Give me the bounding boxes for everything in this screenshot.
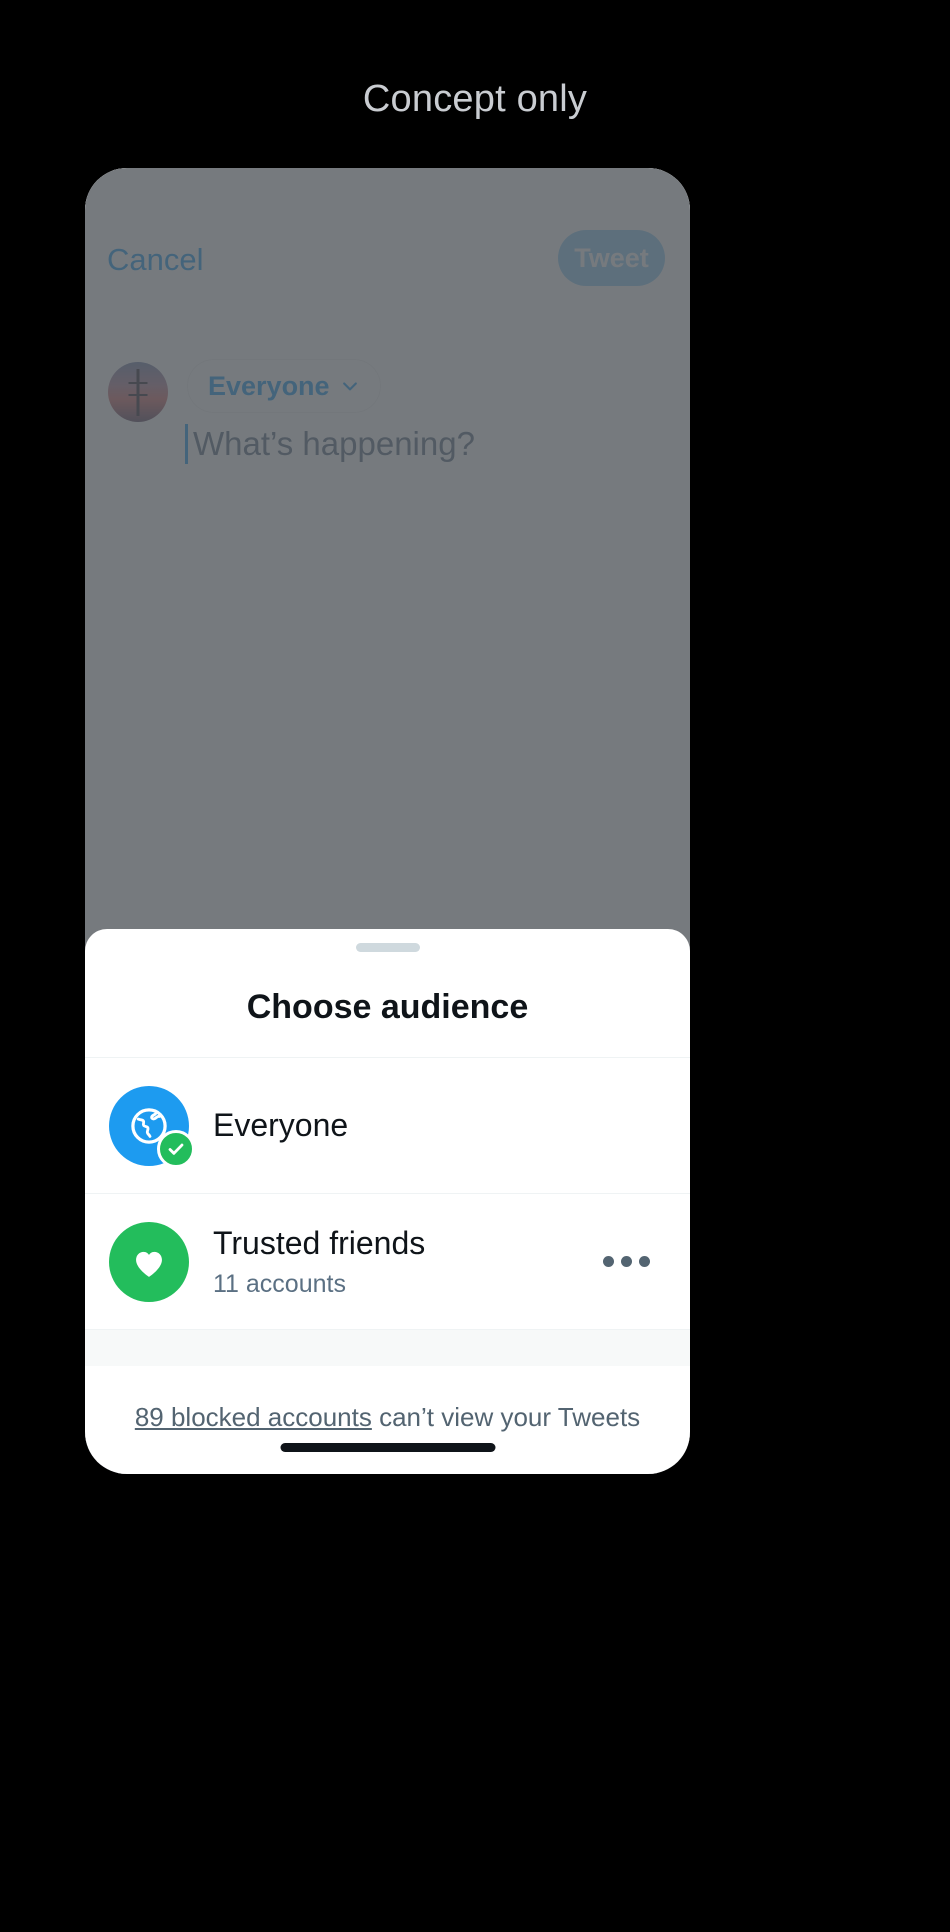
dot (603, 1256, 614, 1267)
everyone-icon-wrap (109, 1085, 195, 1168)
blocked-accounts-sentence: 89 blocked accounts can’t view your Twee… (135, 1402, 640, 1433)
trusted-friends-overflow-button[interactable] (587, 1242, 666, 1281)
screen-root: Concept only Cancel Tweet Everyone What’… (0, 0, 950, 1932)
blocked-accounts-link[interactable]: 89 blocked accounts (135, 1402, 372, 1432)
tweet-button[interactable]: Tweet (558, 230, 665, 286)
blocked-accounts-footer: 89 blocked accounts can’t view your Twee… (85, 1366, 690, 1474)
sheet-drag-handle[interactable] (355, 943, 420, 952)
audience-option-subtitle: 11 accounts (213, 1269, 346, 1298)
sheet-title: Choose audience (85, 952, 690, 1058)
trusted-friends-text: Trusted friends 11 accounts (213, 1224, 587, 1298)
audience-option-everyone[interactable]: Everyone (85, 1058, 690, 1194)
everyone-text: Everyone (213, 1106, 666, 1144)
sheet-section-gap (85, 1330, 690, 1366)
phone-mockup: Cancel Tweet Everyone What’s happening? (85, 168, 690, 1474)
heart-icon (136, 1251, 162, 1277)
blocked-accounts-rest: can’t view your Tweets (371, 1402, 641, 1432)
audience-option-label: Everyone (213, 1107, 349, 1144)
cancel-button[interactable]: Cancel (107, 242, 204, 278)
dot (621, 1256, 632, 1267)
choose-audience-sheet: Choose audience Everyone Trusted friends… (85, 929, 690, 1474)
tweet-text-input[interactable]: What’s happening? (185, 424, 475, 464)
audience-option-label: Trusted friends (213, 1225, 426, 1262)
avatar[interactable] (108, 362, 168, 422)
check-icon (168, 1143, 184, 1155)
audience-selector-pill[interactable]: Everyone (188, 360, 380, 412)
dot (639, 1256, 650, 1267)
selected-check-badge (157, 1129, 195, 1168)
page-title: Concept only (362, 78, 588, 120)
audience-option-trusted-friends[interactable]: Trusted friends 11 accounts (85, 1194, 690, 1330)
chevron-down-icon (342, 382, 357, 391)
trusted-friends-icon-circle (109, 1221, 189, 1302)
trusted-friends-icon-wrap (109, 1221, 189, 1302)
avatar-tower-decoration (128, 369, 148, 416)
composer-header: Cancel Tweet (85, 168, 690, 288)
tweet-placeholder: What’s happening? (193, 425, 475, 462)
home-indicator (280, 1443, 495, 1452)
text-caret (185, 424, 188, 464)
audience-pill-label: Everyone (208, 370, 330, 401)
